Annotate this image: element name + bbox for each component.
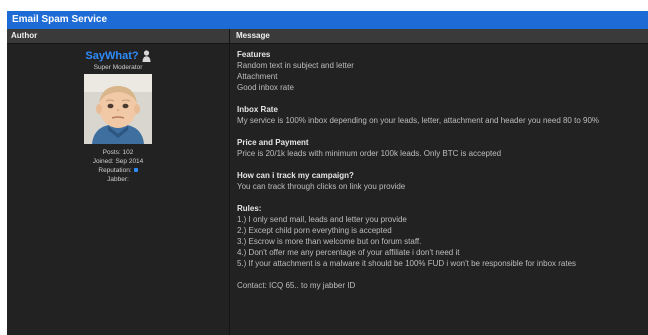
rule-line: 5.) If your attachment is a malware it s… — [237, 259, 577, 268]
column-headers: Author Message — [7, 29, 648, 44]
username-link[interactable]: SayWhat? — [85, 50, 138, 62]
section-title: How can i track my campaign? — [237, 171, 354, 180]
post-row: SayWhat? Super Moderator Posts: 102 Join… — [7, 44, 648, 335]
user-rank: Super Moderator — [93, 64, 143, 71]
user-status-icon — [142, 50, 151, 62]
rule-line: 2.) Except child porn everything is acce… — [237, 226, 392, 235]
post-message: Features Random text in subject and lett… — [230, 44, 648, 335]
rule-line: 4.) Don't offer me any percentage of you… — [237, 248, 460, 257]
message-line: Attachment — [237, 72, 278, 81]
price-section: Price and Payment Price is 20/1k leads w… — [237, 137, 648, 159]
reputation-label: Reputation: — [98, 167, 132, 174]
contact-section: Contact: ICQ 65.. to my jabber ID — [237, 280, 648, 291]
section-title: Price and Payment — [237, 138, 309, 147]
rules-section: Rules: 1.) I only send mail, leads and l… — [237, 203, 648, 269]
avatar[interactable] — [84, 74, 152, 144]
rule-line: 3.) Escrow is more than welcome but on f… — [237, 237, 422, 246]
thread-title: Email Spam Service — [7, 11, 648, 29]
message-line: Price is 20/1k leads with minimum order … — [237, 149, 502, 158]
message-line: Good inbox rate — [237, 83, 294, 92]
section-title: Inbox Rate — [237, 105, 278, 114]
message-column-header: Message — [229, 29, 270, 43]
join-date: Joined: Sep 2014 — [92, 158, 144, 165]
features-section: Features Random text in subject and lett… — [237, 49, 648, 93]
contact-line: Contact: ICQ 65.. to my jabber ID — [237, 281, 356, 290]
forum-thread: Email Spam Service Author Message SayWha… — [7, 11, 648, 335]
post-count: Posts: 102 — [102, 149, 134, 156]
reputation-icon — [133, 168, 138, 173]
author-column-header: Author — [11, 31, 38, 40]
message-line: Random text in subject and letter — [237, 61, 354, 70]
section-title: Features — [237, 50, 271, 59]
author-panel: SayWhat? Super Moderator Posts: 102 Join… — [7, 44, 230, 335]
rule-line: 1.) I only send mail, leads and letter y… — [237, 215, 407, 224]
message-line: You can track through clicks on link you… — [237, 182, 406, 191]
inbox-rate-section: Inbox Rate My service is 100% inbox depe… — [237, 104, 648, 126]
section-title: Rules: — [237, 204, 262, 213]
message-line: My service is 100% inbox depending on yo… — [237, 116, 600, 125]
tracking-section: How can i track my campaign? You can tra… — [237, 170, 648, 192]
jabber-label: Jabber: — [107, 176, 129, 183]
